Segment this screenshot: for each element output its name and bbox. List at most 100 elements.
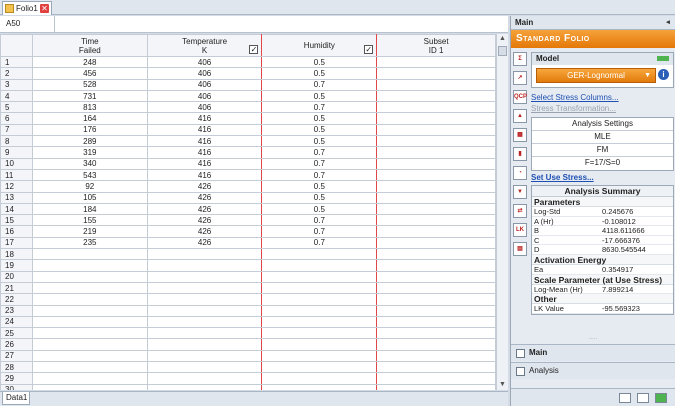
table-row[interactable]: 10 340 416 0.7: [0, 157, 496, 170]
analysis-settings-title[interactable]: Analysis Settings: [532, 118, 673, 131]
cell-subset[interactable]: [376, 259, 496, 272]
lk-icon[interactable]: LK: [513, 223, 527, 237]
cell-subset[interactable]: [376, 101, 496, 114]
cell-humidity[interactable]: [261, 259, 378, 272]
cell-temperature[interactable]: [146, 293, 263, 306]
table-row[interactable]: 16 219 426 0.7: [0, 225, 496, 238]
cell-time[interactable]: 289: [31, 135, 148, 148]
transfer-icon[interactable]: ⇄: [513, 204, 527, 218]
row-number[interactable]: 17: [0, 236, 33, 250]
cell-time[interactable]: [31, 281, 148, 295]
cell-temperature[interactable]: [146, 270, 263, 283]
cell-subset[interactable]: [376, 315, 496, 329]
cell-humidity[interactable]: [261, 293, 378, 306]
table-row[interactable]: 8 289 416 0.5: [0, 135, 496, 148]
table-row[interactable]: 14 184 426 0.5: [0, 202, 496, 216]
cell-time[interactable]: [31, 248, 148, 261]
triangle-plot-icon[interactable]: ▲: [513, 109, 527, 123]
cell-temperature[interactable]: 426: [146, 225, 263, 238]
row-number[interactable]: 14: [0, 202, 33, 216]
cell-temperature[interactable]: 416: [146, 157, 263, 170]
column-header-temperature[interactable]: Temperature K ✓: [146, 34, 263, 57]
table-row[interactable]: 6 164 416 0.5: [0, 112, 496, 125]
table-row[interactable]: 12 92 426 0.5: [0, 180, 496, 193]
cell-humidity[interactable]: 0.7: [261, 146, 378, 159]
row-number[interactable]: 30: [0, 383, 33, 390]
row-number[interactable]: 24: [0, 315, 33, 329]
cell-temperature[interactable]: 426: [146, 236, 263, 250]
table-row[interactable]: 17 235 426 0.7: [0, 236, 496, 250]
table-row[interactable]: 4 731 406 0.5: [0, 89, 496, 103]
cell-subset[interactable]: [376, 112, 496, 125]
calculate-icon[interactable]: Σ: [513, 52, 527, 66]
analysis-fm[interactable]: FM: [532, 144, 673, 157]
cell-subset[interactable]: [376, 202, 496, 216]
scroll-up-icon[interactable]: ▲: [497, 34, 508, 44]
cell-time[interactable]: 176: [31, 123, 148, 137]
cell-subset[interactable]: [376, 281, 496, 295]
scroll-thumb[interactable]: [498, 46, 507, 56]
cell-humidity[interactable]: [261, 327, 378, 340]
cell-subset[interactable]: [376, 304, 496, 317]
cell-subset[interactable]: [376, 191, 496, 204]
row-number[interactable]: 1: [0, 55, 33, 69]
cell-humidity[interactable]: 0.7: [261, 168, 378, 182]
cell-time[interactable]: 731: [31, 89, 148, 103]
cell-humidity[interactable]: 0.7: [261, 214, 378, 227]
row-number[interactable]: 20: [0, 270, 33, 283]
row-number[interactable]: 8: [0, 135, 33, 148]
cell-time[interactable]: [31, 349, 148, 363]
cell-temperature[interactable]: 426: [146, 191, 263, 204]
cell-humidity[interactable]: 0.7: [261, 78, 378, 91]
panel-splitter[interactable]: ·····: [511, 337, 675, 342]
cell-time[interactable]: [31, 315, 148, 329]
cell-humidity[interactable]: 0.5: [261, 67, 378, 80]
cell-temperature[interactable]: 406: [146, 67, 263, 80]
row-number[interactable]: 4: [0, 89, 33, 103]
row-number[interactable]: 15: [0, 214, 33, 227]
cell-temperature[interactable]: [146, 338, 263, 351]
table-row[interactable]: 30: [0, 383, 496, 390]
cell-subset[interactable]: [376, 225, 496, 238]
cell-humidity[interactable]: [261, 315, 378, 329]
cell-humidity[interactable]: 0.5: [261, 55, 378, 69]
table-row[interactable]: 19: [0, 259, 496, 272]
plot-icon[interactable]: ↗: [513, 71, 527, 85]
cell-subset[interactable]: [376, 338, 496, 351]
cell-humidity[interactable]: [261, 304, 378, 317]
cell-temperature[interactable]: [146, 372, 263, 385]
cell-subset[interactable]: [376, 236, 496, 250]
cell-subset[interactable]: [376, 67, 496, 80]
cell-time[interactable]: [31, 338, 148, 351]
qcp-icon[interactable]: QCP: [513, 90, 527, 104]
cell-humidity[interactable]: 0.7: [261, 236, 378, 250]
corner-cell[interactable]: [0, 34, 33, 57]
cell-time[interactable]: 155: [31, 214, 148, 227]
data-grid[interactable]: Time Failed Temperature K ✓ Humidity ✓ Subse…: [0, 34, 496, 390]
table-row[interactable]: 20: [0, 270, 496, 283]
row-number[interactable]: 6: [0, 112, 33, 125]
cell-temperature[interactable]: 416: [146, 168, 263, 182]
cell-reference-box[interactable]: A50: [0, 16, 55, 32]
cell-temperature[interactable]: [146, 281, 263, 295]
set-use-stress-link[interactable]: Set Use Stress...: [531, 173, 674, 182]
cell-subset[interactable]: [376, 157, 496, 170]
table-row[interactable]: 15 155 426 0.7: [0, 214, 496, 227]
cell-temperature[interactable]: [146, 248, 263, 261]
cell-time[interactable]: 92: [31, 180, 148, 193]
column-header-humidity[interactable]: Humidity ✓: [261, 34, 378, 57]
table-row[interactable]: 23: [0, 304, 496, 317]
sheet-tab-data1[interactable]: Data1: [2, 392, 30, 405]
row-number[interactable]: 2: [0, 67, 33, 80]
table-row[interactable]: 21: [0, 281, 496, 295]
table-row[interactable]: 2 456 406 0.5: [0, 67, 496, 80]
table-row[interactable]: 1 248 406 0.5: [0, 55, 496, 69]
cell-humidity[interactable]: 0.5: [261, 135, 378, 148]
cell-time[interactable]: 319: [31, 146, 148, 159]
cell-time[interactable]: [31, 259, 148, 272]
menu-icon[interactable]: [655, 393, 667, 403]
cell-humidity[interactable]: [261, 338, 378, 351]
table-row[interactable]: 25: [0, 327, 496, 340]
table-row[interactable]: 24: [0, 315, 496, 329]
cell-time[interactable]: [31, 293, 148, 306]
